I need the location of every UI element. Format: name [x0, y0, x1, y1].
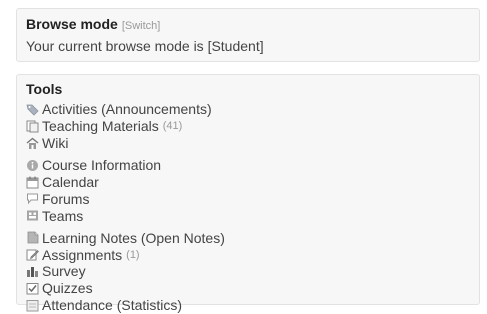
tool-teams[interactable]: Teams: [26, 207, 479, 224]
note-icon: [26, 231, 39, 244]
tool-learning-notes[interactable]: Learning Notes (Open Notes): [26, 229, 479, 246]
tool-label: Activities (Announcements): [42, 101, 212, 118]
tool-calendar[interactable]: Calendar: [26, 174, 479, 191]
tools-title: Tools: [26, 81, 63, 97]
tool-label: Learning Notes (Open Notes): [42, 229, 225, 246]
tool-assignments[interactable]: Assignments (1): [26, 246, 479, 263]
tool-survey[interactable]: Survey: [26, 263, 479, 280]
tool-label: Teams: [42, 207, 84, 224]
browse-mode-panel: Browse mode [Switch] Your current browse …: [16, 8, 480, 62]
browse-mode-status: Your current browse mode is [Student]: [26, 38, 264, 54]
teams-icon: [26, 209, 39, 222]
assignment-icon: [26, 248, 39, 261]
tool-label: Assignments: [42, 246, 123, 263]
tools-panel: Tools Activities (Announcements) Teachin…: [16, 74, 480, 313]
quiz-icon: [26, 282, 39, 295]
tool-wiki[interactable]: Wiki: [26, 135, 479, 152]
survey-chart-icon: [26, 265, 39, 278]
materials-count: (41): [162, 120, 183, 133]
tool-forums[interactable]: Forums: [26, 190, 479, 207]
tool-quizzes[interactable]: Quizzes: [26, 280, 479, 297]
tool-label: Survey: [42, 263, 86, 280]
tool-label: Quizzes: [42, 280, 93, 297]
tag-icon: [26, 103, 39, 116]
tool-label: Teaching Materials: [42, 118, 159, 135]
tool-label: Wiki: [42, 135, 69, 152]
tools-header: Tools: [26, 80, 479, 98]
tool-teaching-materials[interactable]: Teaching Materials (41): [26, 118, 479, 135]
tool-label: Course Information: [42, 157, 162, 174]
tool-attendance[interactable]: Attendance (Statistics): [26, 297, 479, 314]
calendar-icon: [26, 176, 39, 189]
switch-mode-link[interactable]: [Switch]: [122, 20, 161, 32]
tools-list: Activities (Announcements) Teaching Mate…: [26, 101, 479, 314]
browse-mode-header: Browse mode [Switch]: [26, 15, 479, 33]
tool-course-information[interactable]: Course Information: [26, 157, 479, 174]
tool-label: Forums: [42, 190, 90, 207]
speech-bubble-icon: [26, 192, 39, 205]
tool-activities[interactable]: Activities (Announcements): [26, 101, 479, 118]
attendance-icon: [26, 299, 39, 312]
wiki-icon: [26, 137, 39, 150]
browse-mode-title: Browse mode: [26, 16, 118, 32]
assignments-count: (1): [126, 248, 140, 261]
folder-icon: [26, 120, 39, 133]
tool-label: Calendar: [42, 174, 99, 190]
info-icon: [26, 159, 39, 172]
tool-label: Attendance (Statistics): [42, 297, 183, 314]
